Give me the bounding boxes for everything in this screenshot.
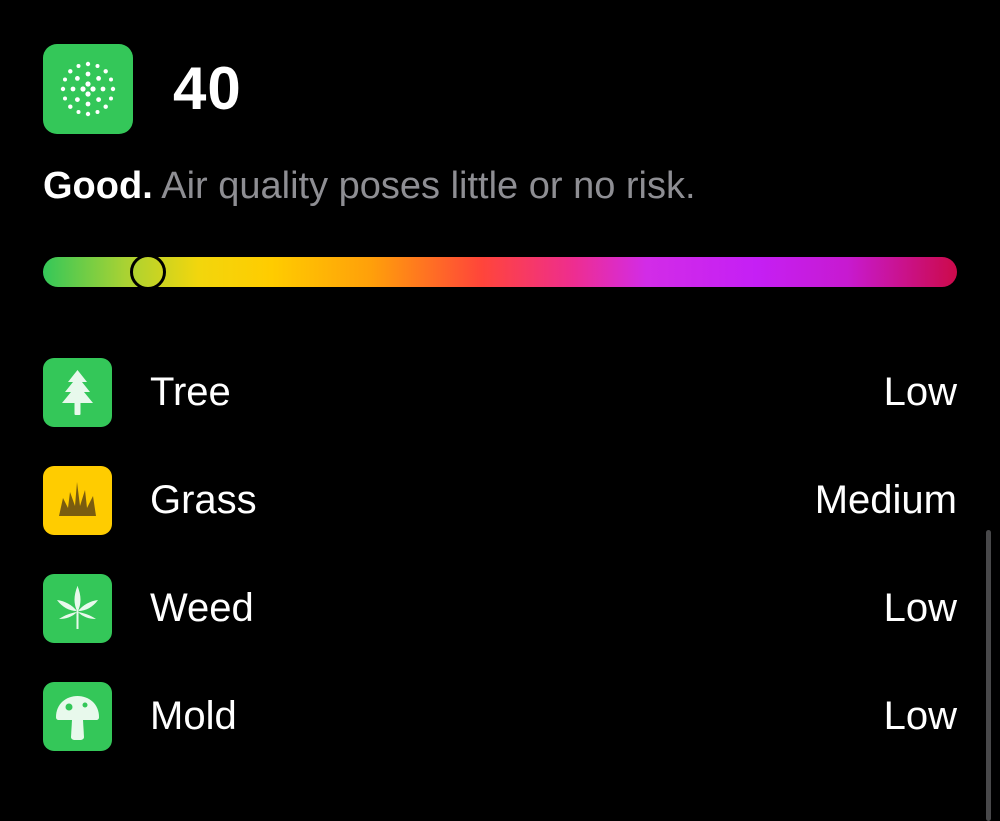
pollen-row-tree: Tree Low (43, 358, 957, 466)
pollen-row-mold: Mold Low (43, 682, 957, 790)
pollen-row-grass: Grass Medium (43, 466, 957, 574)
tree-icon (43, 358, 112, 427)
aqi-scale-indicator (130, 254, 167, 290)
pollen-name: Tree (150, 370, 231, 414)
pollen-list: Tree Low Grass Medium Weed Low Mold Low (43, 358, 957, 790)
pollen-level: Medium (814, 478, 957, 522)
mushroom-icon (43, 682, 112, 751)
pollen-level: Low (883, 586, 957, 630)
aqi-category: Good. (43, 165, 153, 207)
scrollbar[interactable] (986, 530, 991, 821)
aqi-value: 40 (173, 55, 242, 122)
pollen-name: Grass (150, 478, 257, 522)
aqi-summary: Good. Air quality poses little or no ris… (43, 162, 696, 210)
weed-leaf-icon (43, 574, 112, 643)
aqi-header: 40 (43, 44, 242, 134)
pollen-name: Weed (150, 586, 254, 630)
aqi-description: Air quality poses little or no risk. (152, 165, 696, 207)
pollen-level: Low (883, 694, 957, 738)
air-quality-dots-icon (43, 44, 133, 134)
grass-icon (43, 466, 112, 535)
aqi-scale-bar (43, 254, 957, 290)
pollen-level: Low (883, 370, 957, 414)
pollen-row-weed: Weed Low (43, 574, 957, 682)
pollen-name: Mold (150, 694, 237, 738)
